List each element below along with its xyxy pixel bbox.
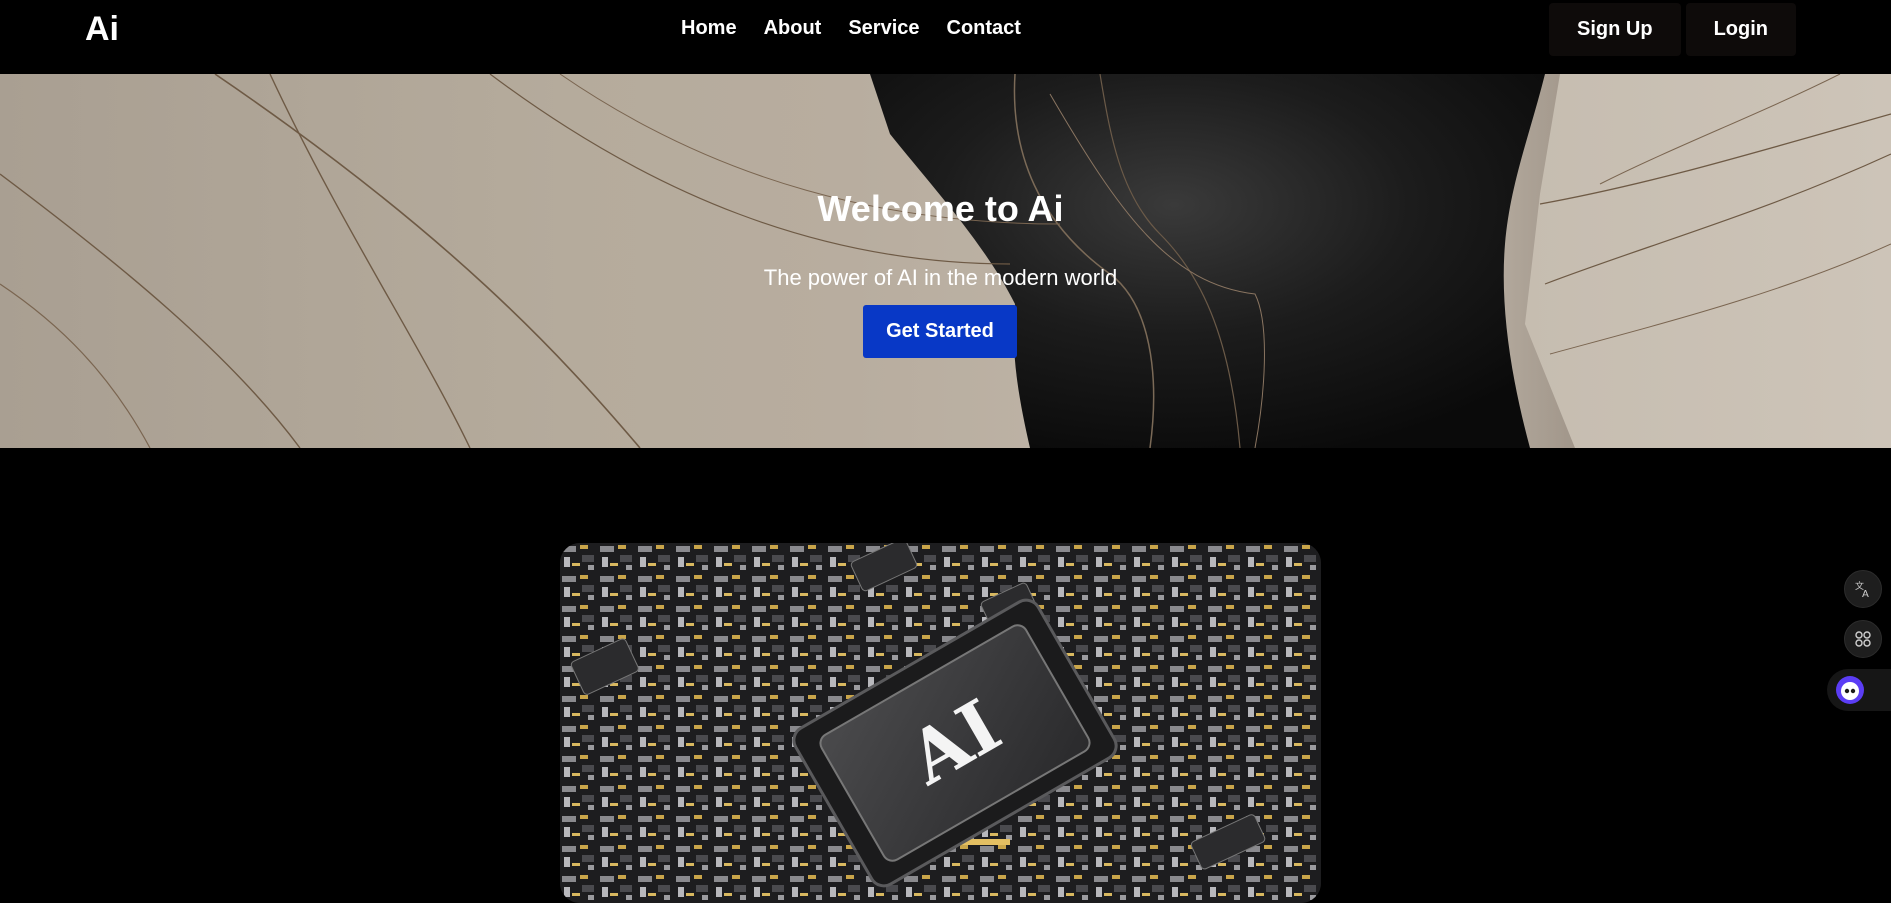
get-started-button[interactable]: Get Started [863, 305, 1017, 358]
nav-link-contact[interactable]: Contact [947, 17, 1021, 40]
svg-text:A: A [1862, 589, 1869, 599]
apps-grid-icon[interactable] [1844, 620, 1882, 658]
nav-link-home[interactable]: Home [681, 17, 737, 40]
hero-background-art [0, 74, 1891, 448]
hero-title: Welcome to Ai [817, 188, 1064, 230]
sign-up-button[interactable]: Sign Up [1549, 3, 1681, 56]
assistant-launcher[interactable] [1827, 669, 1891, 711]
circuit-board-illustration: AI [560, 543, 1321, 903]
main-nav: Home About Service Contact [681, 17, 1021, 40]
auth-buttons: Sign Up Login [1549, 3, 1796, 56]
translate-icon[interactable]: 文 A [1844, 570, 1882, 608]
hero-section: Welcome to Ai The power of AI in the mod… [0, 74, 1891, 448]
login-button[interactable]: Login [1685, 3, 1796, 56]
nav-link-service[interactable]: Service [848, 17, 919, 40]
assistant-bot-icon [1836, 676, 1864, 704]
hero-subtitle: The power of AI in the modern world [763, 265, 1118, 290]
top-navbar: Ai Home About Service Contact Sign Up Lo… [0, 0, 1891, 74]
ai-chip-image: AI [560, 543, 1321, 903]
site-logo[interactable]: Ai [85, 10, 119, 49]
nav-link-about[interactable]: About [764, 17, 822, 40]
